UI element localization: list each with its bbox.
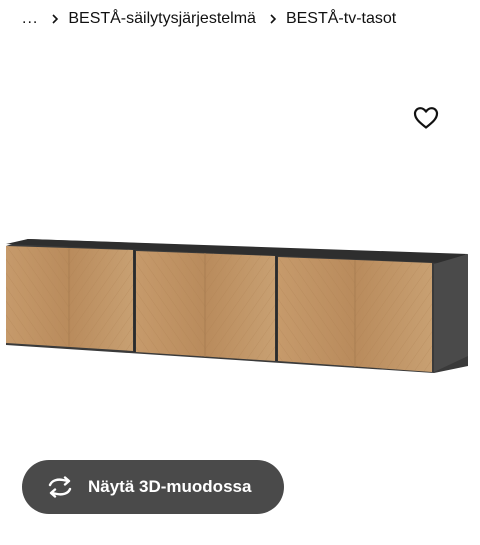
breadcrumb-link-storage-system[interactable]: BESTÅ-säilytysjärjestelmä — [68, 10, 256, 28]
breadcrumb-link-tv-benches[interactable]: BESTÅ-tv-tasot — [286, 10, 396, 28]
chevron-right-icon — [52, 14, 59, 24]
chevron-right-icon — [270, 14, 277, 24]
view-3d-label: Näytä 3D-muodossa — [88, 477, 252, 496]
breadcrumb-ellipsis[interactable]: ... — [22, 10, 38, 28]
rotate-3d-icon — [48, 476, 72, 498]
breadcrumb: ... BESTÅ-säilytysjärjestelmä BESTÅ-tv-t… — [22, 8, 408, 30]
view-3d-button[interactable]: Näytä 3D-muodossa — [22, 460, 284, 514]
tv-bench-image — [6, 239, 468, 373]
favorite-button[interactable] — [410, 103, 442, 133]
heart-outline-icon — [413, 107, 439, 129]
